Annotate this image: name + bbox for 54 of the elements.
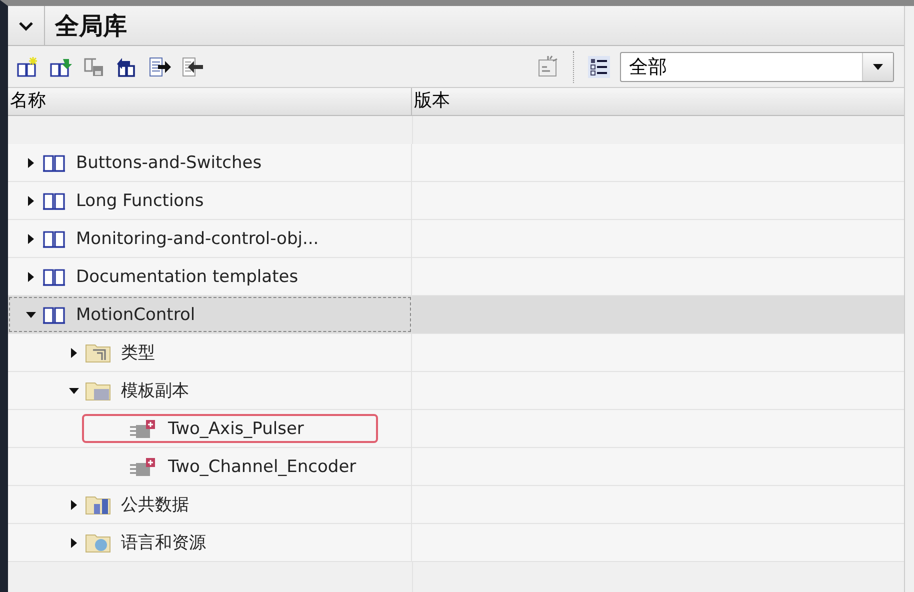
folder-icon [85, 494, 111, 514]
tree-row[interactable]: 公共数据 [8, 486, 904, 524]
folder-icon [85, 532, 111, 552]
tree-item-label: 模板副本 [121, 380, 189, 402]
tree-row[interactable]: 语言和资源 [8, 524, 904, 562]
expand-arrow-icon[interactable] [26, 158, 36, 168]
tree-row[interactable]: Buttons-and-Switches [8, 144, 904, 182]
import-icon[interactable] [181, 56, 205, 78]
filter-dropdown[interactable]: 全部 [620, 52, 894, 82]
tree-row[interactable]: 模板副本 [8, 372, 904, 410]
tree-item-label: Two_Axis_Pulser [168, 418, 304, 438]
list-view-icon[interactable] [587, 54, 611, 78]
new-library-icon[interactable] [16, 56, 40, 78]
expand-arrow-icon[interactable] [69, 348, 79, 358]
collapse-arrow-icon[interactable] [26, 310, 36, 320]
block-icon [128, 418, 158, 438]
book-icon [42, 190, 66, 210]
panel-title: 全局库 [54, 10, 127, 42]
expand-arrow-icon[interactable] [69, 538, 79, 548]
expand-arrow-icon[interactable] [26, 196, 36, 206]
tree-item-label: Long Functions [76, 190, 204, 210]
tree-item-label: Buttons-and-Switches [76, 152, 262, 172]
column-header[interactable]: 名称 [8, 88, 412, 115]
expand-arrow-icon[interactable] [69, 500, 79, 510]
export-icon[interactable] [148, 56, 172, 78]
collapse-arrow-icon[interactable] [69, 386, 79, 396]
tree-row[interactable]: Two_Channel_Encoder [8, 448, 904, 486]
dropdown-arrow-icon[interactable] [873, 64, 883, 70]
save-library-icon[interactable] [82, 56, 106, 78]
tree-item-label: Two_Channel_Encoder [168, 456, 356, 476]
tree-row[interactable]: Two_Axis_Pulser [8, 410, 904, 448]
folder-icon [85, 380, 111, 400]
tree-item-label: MotionControl [76, 304, 196, 324]
column-header[interactable]: 版本 [412, 88, 904, 115]
library-view-icon[interactable] [536, 54, 560, 78]
folder-icon [85, 342, 111, 362]
book-icon [42, 304, 66, 324]
tree-item-label: Monitoring-and-control-obj... [76, 228, 319, 248]
book-icon [42, 152, 66, 172]
tree-row[interactable]: Monitoring-and-control-obj... [8, 220, 904, 258]
expand-arrow-icon[interactable] [26, 234, 36, 244]
collapse-chevron-icon[interactable] [19, 20, 33, 30]
block-icon [128, 456, 158, 476]
tree-row[interactable]: MotionControl [8, 296, 904, 334]
book-icon [42, 228, 66, 248]
tree-item-label: 类型 [121, 342, 155, 364]
tree-item-label: Documentation templates [76, 266, 298, 286]
tree-item-label: 公共数据 [121, 494, 189, 516]
expand-arrow-icon[interactable] [26, 272, 36, 282]
tree-row[interactable]: 类型 [8, 334, 904, 372]
tree-row[interactable]: Documentation templates [8, 258, 904, 296]
tree-row[interactable]: Long Functions [8, 182, 904, 220]
book-icon [42, 266, 66, 286]
tree-item-label: 语言和资源 [121, 532, 206, 554]
